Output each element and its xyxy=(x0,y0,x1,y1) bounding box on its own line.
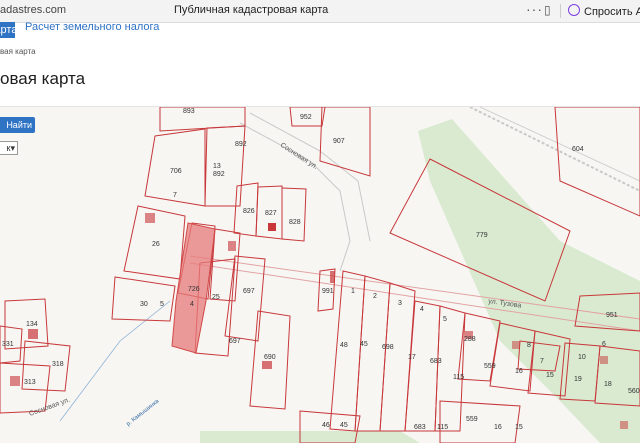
plot-label: 16 xyxy=(494,424,502,431)
plot-label: 907 xyxy=(333,138,345,145)
plot-label: 2 xyxy=(373,293,377,300)
plot-label: 3 xyxy=(398,300,402,307)
plot-label: 288 xyxy=(464,336,476,343)
plot-label: 826 xyxy=(243,208,255,215)
plot-label: 4 xyxy=(190,301,194,308)
plot-label: 331 xyxy=(2,341,14,348)
plot-label: 952 xyxy=(300,114,312,121)
plot-label: 7 xyxy=(173,192,177,199)
plot-label: 48 xyxy=(340,342,348,349)
plot-label: 1 xyxy=(351,288,355,295)
nav-tab-map[interactable]: Карта xyxy=(0,22,15,38)
page-title-display: Публичная кадастровая карта xyxy=(174,4,329,16)
address-bar[interactable]: adastres.com xyxy=(0,4,66,16)
chevron-down-icon: ▾ xyxy=(10,143,15,153)
plot-label: 25 xyxy=(212,294,220,301)
plot-label: 559 xyxy=(466,416,478,423)
plot-label: 7 xyxy=(540,358,544,365)
green-area xyxy=(418,119,640,443)
site-nav: Карта Расчет земельного налога xyxy=(0,21,640,40)
breadcrumb: вая карта xyxy=(0,47,36,56)
plot-label: 8 xyxy=(527,342,531,349)
plot-label: 115 xyxy=(437,424,448,431)
plot-label: 892 xyxy=(213,171,225,178)
green-area xyxy=(200,431,420,443)
plot-label: 16 xyxy=(515,368,523,375)
plot-label: 697 xyxy=(229,338,241,345)
plot-label: 604 xyxy=(572,146,584,153)
toolbar-divider xyxy=(560,4,561,18)
plot-label: 697 xyxy=(243,288,255,295)
nav-link-land-tax[interactable]: Расчет земельного налога xyxy=(25,21,159,33)
plot-label: 30 xyxy=(140,301,148,308)
plot-label: 991 xyxy=(322,288,334,295)
plot-label: 19 xyxy=(574,376,582,383)
plot-label: 726 xyxy=(188,286,200,293)
search-button[interactable]: Найти xyxy=(0,117,35,133)
plot-label: 115 xyxy=(453,374,464,381)
plot-label: 18 xyxy=(604,381,612,388)
page-title: овая карта xyxy=(0,69,86,88)
plot-label: 4 xyxy=(420,306,424,313)
assistant-icon xyxy=(568,4,580,16)
plot-label: 6 xyxy=(602,341,606,348)
plot-label: 17 xyxy=(408,354,416,361)
plot-label: 559 xyxy=(484,363,496,370)
plot-label: 560 xyxy=(628,388,640,395)
plot-label: 5 xyxy=(160,301,164,308)
plot-label: 5 xyxy=(443,316,447,323)
plot-label: 10 xyxy=(578,354,586,361)
river-label: р. Камышинка xyxy=(126,398,161,427)
plot-label: 683 xyxy=(414,424,426,431)
more-menu-icon[interactable]: ··· xyxy=(526,1,543,17)
plot-label: 26 xyxy=(152,241,160,248)
plot-label: 15 xyxy=(546,372,554,379)
map-canvas[interactable]: 893 952 907 604 706 892 892 13 7 826 827… xyxy=(0,107,640,443)
plot-label: 134 xyxy=(26,321,38,328)
plot-label: 698 xyxy=(382,344,394,351)
plot-label: 690 xyxy=(264,354,276,361)
bookmark-icon[interactable]: ▯ xyxy=(544,3,551,17)
plot-label: 706 xyxy=(170,168,182,175)
plot-label: 779 xyxy=(476,232,488,239)
plot-label: 46 xyxy=(322,422,330,429)
street-label: Сосновая ул. xyxy=(279,142,319,171)
ask-ai-label: Спросить Ал xyxy=(584,6,640,18)
plot-label: 318 xyxy=(52,361,64,368)
plot-label: 827 xyxy=(265,210,277,217)
cadastral-map[interactable]: 893 952 907 604 706 892 892 13 7 826 827… xyxy=(0,106,640,443)
plot-label: 951 xyxy=(606,312,618,319)
browser-toolbar: adastres.com Публичная кадастровая карта… xyxy=(0,0,640,23)
road-edge xyxy=(249,112,371,242)
plot-label: 893 xyxy=(183,108,195,115)
plot-label: 45 xyxy=(360,341,368,348)
plot-label: 313 xyxy=(24,379,36,386)
plot-label: 892 xyxy=(235,141,247,148)
plot-label: 45 xyxy=(340,422,348,429)
ask-ai-button[interactable]: Спросить Ал xyxy=(568,4,640,18)
plot-label: 683 xyxy=(430,358,442,365)
plot-label: 13 xyxy=(213,163,221,170)
road-edge xyxy=(239,122,351,272)
plot-label: 828 xyxy=(289,219,301,226)
railway-line xyxy=(479,107,640,182)
layer-select[interactable]: к▾ xyxy=(0,141,18,155)
plot-label: 15 xyxy=(515,424,523,431)
